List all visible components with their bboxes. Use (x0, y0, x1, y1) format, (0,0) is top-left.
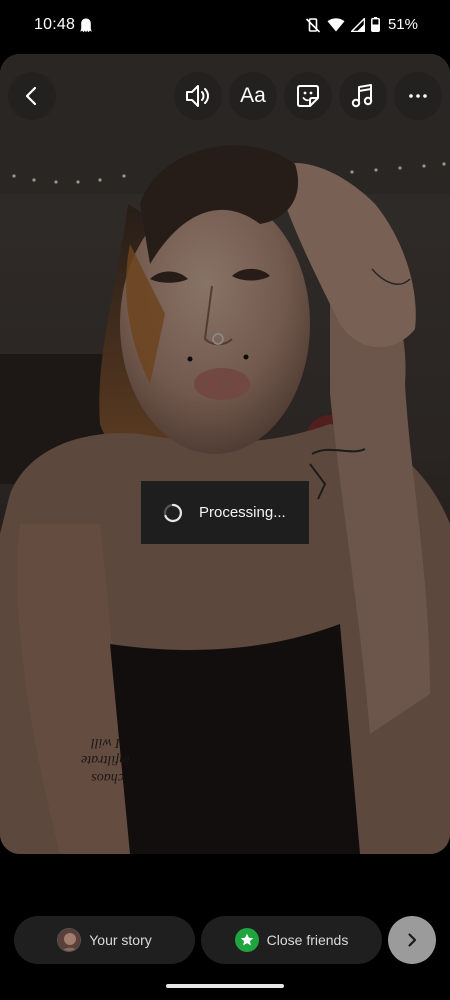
status-icons: 51% (305, 16, 418, 33)
text-tool-label: Aa (240, 84, 266, 107)
music-note-icon (351, 84, 373, 108)
more-horizontal-icon (409, 94, 427, 98)
processing-text: Processing... (199, 504, 286, 521)
story-media-canvas[interactable]: I will infiltrate chaos Aa Processing... (0, 54, 450, 854)
sound-button[interactable] (174, 72, 222, 120)
processing-toast: Processing... (141, 481, 309, 544)
battery-icon (371, 17, 380, 32)
vibrate-off-icon (305, 17, 321, 33)
speaker-icon (186, 85, 209, 107)
chevron-left-icon (25, 86, 37, 106)
loading-spinner-icon (163, 503, 183, 522)
status-time: 10:48 (34, 16, 76, 33)
more-options-button[interactable] (394, 72, 442, 120)
share-to-close-friends-button[interactable]: Close friends (201, 916, 382, 964)
text-tool-button[interactable]: Aa (229, 72, 277, 120)
avatar (57, 928, 82, 952)
close-friends-star-icon (234, 928, 259, 952)
chevron-right-icon (408, 933, 417, 947)
snapchat-ghost-icon (80, 18, 92, 33)
sticker-icon (297, 85, 319, 107)
your-story-label: Your story (89, 932, 152, 948)
signal-icon (350, 17, 365, 32)
home-indicator[interactable] (166, 984, 284, 988)
status-bar: 10:48 51% (0, 0, 450, 52)
sticker-button[interactable] (284, 72, 332, 120)
back-button[interactable] (8, 72, 56, 120)
music-button[interactable] (339, 72, 387, 120)
wifi-icon (327, 18, 345, 32)
next-button[interactable] (388, 916, 436, 964)
battery-percent: 51% (387, 16, 418, 33)
share-to-your-story-button[interactable]: Your story (14, 916, 195, 964)
close-friends-label: Close friends (266, 932, 349, 948)
processing-dim-overlay (0, 54, 450, 854)
